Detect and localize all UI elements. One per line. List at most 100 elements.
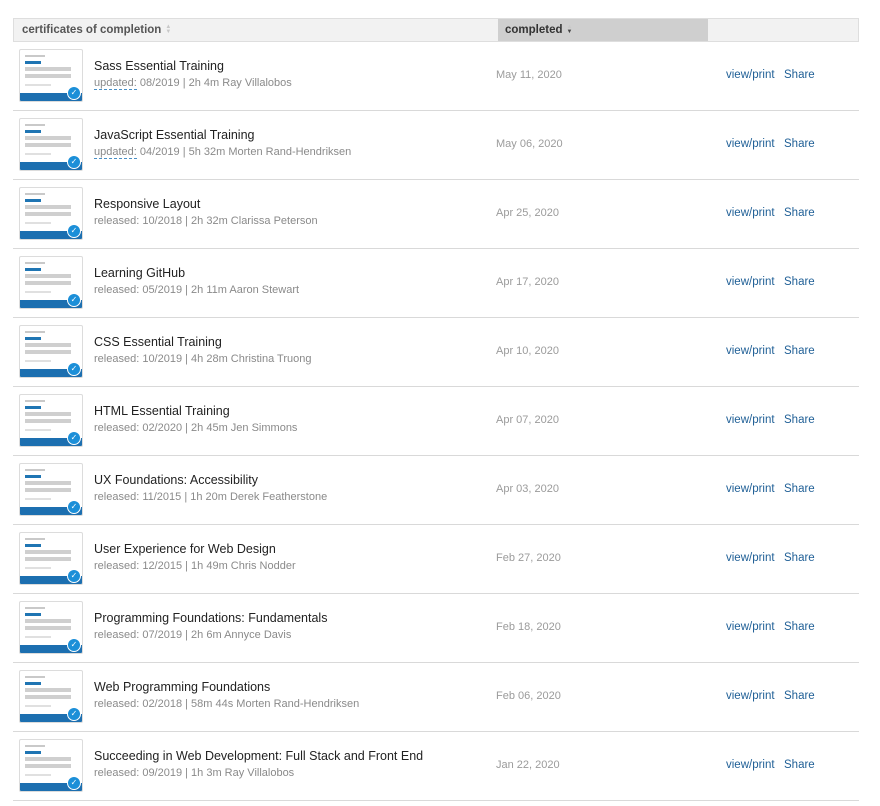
certificate-row: ✓ Responsive Layout released: 10/2018 | …: [13, 180, 859, 249]
share-link[interactable]: Share: [784, 276, 815, 288]
column-header-certificates-label: certificates of completion: [22, 24, 162, 36]
checkmark-badge-icon: ✓: [67, 362, 81, 376]
course-title: CSS Essential Training: [94, 335, 222, 349]
course-meta: released: 12/2015 | 1h 49m Chris Nodder: [94, 560, 296, 572]
view-print-link[interactable]: view/print: [726, 276, 775, 288]
course-title: Responsive Layout: [94, 197, 201, 211]
certificate-thumbnail[interactable]: ✓: [19, 49, 83, 102]
certificate-row: ✓ HTML Essential Training released: 02/2…: [13, 387, 859, 456]
view-print-link[interactable]: view/print: [726, 69, 775, 81]
course-title: Programming Foundations: Fundamentals: [94, 611, 328, 625]
date-label: released:: [94, 698, 140, 710]
course-details: 04/2019 | 5h 32m Morten Rand-Hendriksen: [136, 146, 352, 158]
column-header-completed-label: completed: [505, 24, 563, 36]
certificate-row: ✓ User Experience for Web Design release…: [13, 525, 859, 594]
view-print-link[interactable]: view/print: [726, 345, 775, 357]
certificate-thumbnail[interactable]: ✓: [19, 532, 83, 585]
view-print-link[interactable]: view/print: [726, 138, 775, 150]
course-details: 07/2019 | 2h 6m Annyce Davis: [139, 629, 292, 641]
date-label: released:: [94, 629, 140, 641]
certificate-row: ✓ Learning GitHub released: 05/2019 | 2h…: [13, 249, 859, 318]
certificate-thumbnail[interactable]: ✓: [19, 463, 83, 516]
share-link[interactable]: Share: [784, 621, 815, 633]
certificate-row: ✓ Sass Essential Training updated: 08/20…: [13, 42, 859, 111]
certificate-row: ✓ JavaScript Essential Training updated:…: [13, 111, 859, 180]
share-link[interactable]: Share: [784, 552, 815, 564]
date-label: released:: [94, 491, 140, 503]
share-link[interactable]: Share: [784, 759, 815, 771]
course-meta: released: 11/2015 | 1h 20m Derek Feather…: [94, 491, 327, 503]
completed-date: Apr 07, 2020: [496, 414, 559, 426]
view-print-link[interactable]: view/print: [726, 207, 775, 219]
date-label: released:: [94, 767, 140, 779]
certificate-thumbnail[interactable]: ✓: [19, 325, 83, 378]
date-label: updated:: [94, 77, 137, 90]
course-meta: released: 10/2018 | 2h 32m Clarissa Pete…: [94, 215, 318, 227]
certificates-table: certificates of completion ▲ ▼ completed …: [13, 18, 859, 801]
course-details: 05/2019 | 2h 11m Aaron Stewart: [139, 284, 300, 296]
course-meta: released: 09/2019 | 1h 3m Ray Villalobos: [94, 767, 423, 779]
share-link[interactable]: Share: [784, 414, 815, 426]
certificate-list: ✓ Sass Essential Training updated: 08/20…: [13, 42, 859, 801]
course-title: Web Programming Foundations: [94, 680, 271, 694]
certificate-thumbnail[interactable]: ✓: [19, 601, 83, 654]
date-label: released:: [94, 422, 140, 434]
certificate-thumbnail[interactable]: ✓: [19, 256, 83, 309]
column-header-completed[interactable]: completed ▲ ▼: [498, 19, 708, 41]
completed-date: Apr 25, 2020: [496, 207, 559, 219]
course-title: JavaScript Essential Training: [94, 128, 255, 142]
share-link[interactable]: Share: [784, 483, 815, 495]
certificate-thumbnail[interactable]: ✓: [19, 394, 83, 447]
course-meta: updated: 04/2019 | 5h 32m Morten Rand-He…: [94, 146, 352, 159]
completed-date: Apr 10, 2020: [496, 345, 559, 357]
certificate-row: ✓ Succeeding in Web Development: Full St…: [13, 732, 859, 801]
checkmark-badge-icon: ✓: [67, 86, 81, 100]
certificate-row: ✓ Web Programming Foundations released: …: [13, 663, 859, 732]
course-meta: released: 02/2020 | 2h 45m Jen Simmons: [94, 422, 297, 434]
completed-date: Jan 22, 2020: [496, 759, 560, 771]
view-print-link[interactable]: view/print: [726, 690, 775, 702]
checkmark-badge-icon: ✓: [67, 155, 81, 169]
course-title: HTML Essential Training: [94, 404, 230, 418]
course-details: 10/2019 | 4h 28m Christina Truong: [139, 353, 312, 365]
share-link[interactable]: Share: [784, 207, 815, 219]
completed-date: Apr 17, 2020: [496, 276, 559, 288]
view-print-link[interactable]: view/print: [726, 759, 775, 771]
share-link[interactable]: Share: [784, 690, 815, 702]
certificate-thumbnail[interactable]: ✓: [19, 670, 83, 723]
checkmark-badge-icon: ✓: [67, 431, 81, 445]
completed-date: Feb 27, 2020: [496, 552, 561, 564]
course-title: Sass Essential Training: [94, 59, 224, 73]
date-label: updated:: [94, 146, 137, 159]
completed-date: Apr 03, 2020: [496, 483, 559, 495]
checkmark-badge-icon: ✓: [67, 707, 81, 721]
column-header-certificates[interactable]: certificates of completion ▲ ▼: [14, 24, 498, 36]
checkmark-badge-icon: ✓: [67, 638, 81, 652]
course-meta: released: 02/2018 | 58m 44s Morten Rand-…: [94, 698, 359, 710]
view-print-link[interactable]: view/print: [726, 552, 775, 564]
view-print-link[interactable]: view/print: [726, 483, 775, 495]
completed-date: Feb 18, 2020: [496, 621, 561, 633]
course-details: 08/2019 | 2h 4m Ray Villalobos: [136, 77, 292, 89]
certificate-thumbnail[interactable]: ✓: [19, 187, 83, 240]
course-details: 11/2015 | 1h 20m Derek Featherstone: [139, 491, 328, 503]
checkmark-badge-icon: ✓: [67, 224, 81, 238]
course-details: 02/2020 | 2h 45m Jen Simmons: [139, 422, 298, 434]
checkmark-badge-icon: ✓: [67, 569, 81, 583]
course-details: 02/2018 | 58m 44s Morten Rand-Hendriksen: [139, 698, 360, 710]
certificate-thumbnail[interactable]: ✓: [19, 739, 83, 792]
certificate-row: ✓ CSS Essential Training released: 10/20…: [13, 318, 859, 387]
course-title: UX Foundations: Accessibility: [94, 473, 258, 487]
share-link[interactable]: Share: [784, 345, 815, 357]
share-link[interactable]: Share: [784, 138, 815, 150]
view-print-link[interactable]: view/print: [726, 621, 775, 633]
course-details: 09/2019 | 1h 3m Ray Villalobos: [139, 767, 295, 779]
certificate-row: ✓ Programming Foundations: Fundamentals …: [13, 594, 859, 663]
course-title: Succeeding in Web Development: Full Stac…: [94, 749, 424, 763]
certificate-thumbnail[interactable]: ✓: [19, 118, 83, 171]
checkmark-badge-icon: ✓: [67, 293, 81, 307]
date-label: released:: [94, 284, 140, 296]
course-details: 10/2018 | 2h 32m Clarissa Peterson: [139, 215, 318, 227]
share-link[interactable]: Share: [784, 69, 815, 81]
view-print-link[interactable]: view/print: [726, 414, 775, 426]
